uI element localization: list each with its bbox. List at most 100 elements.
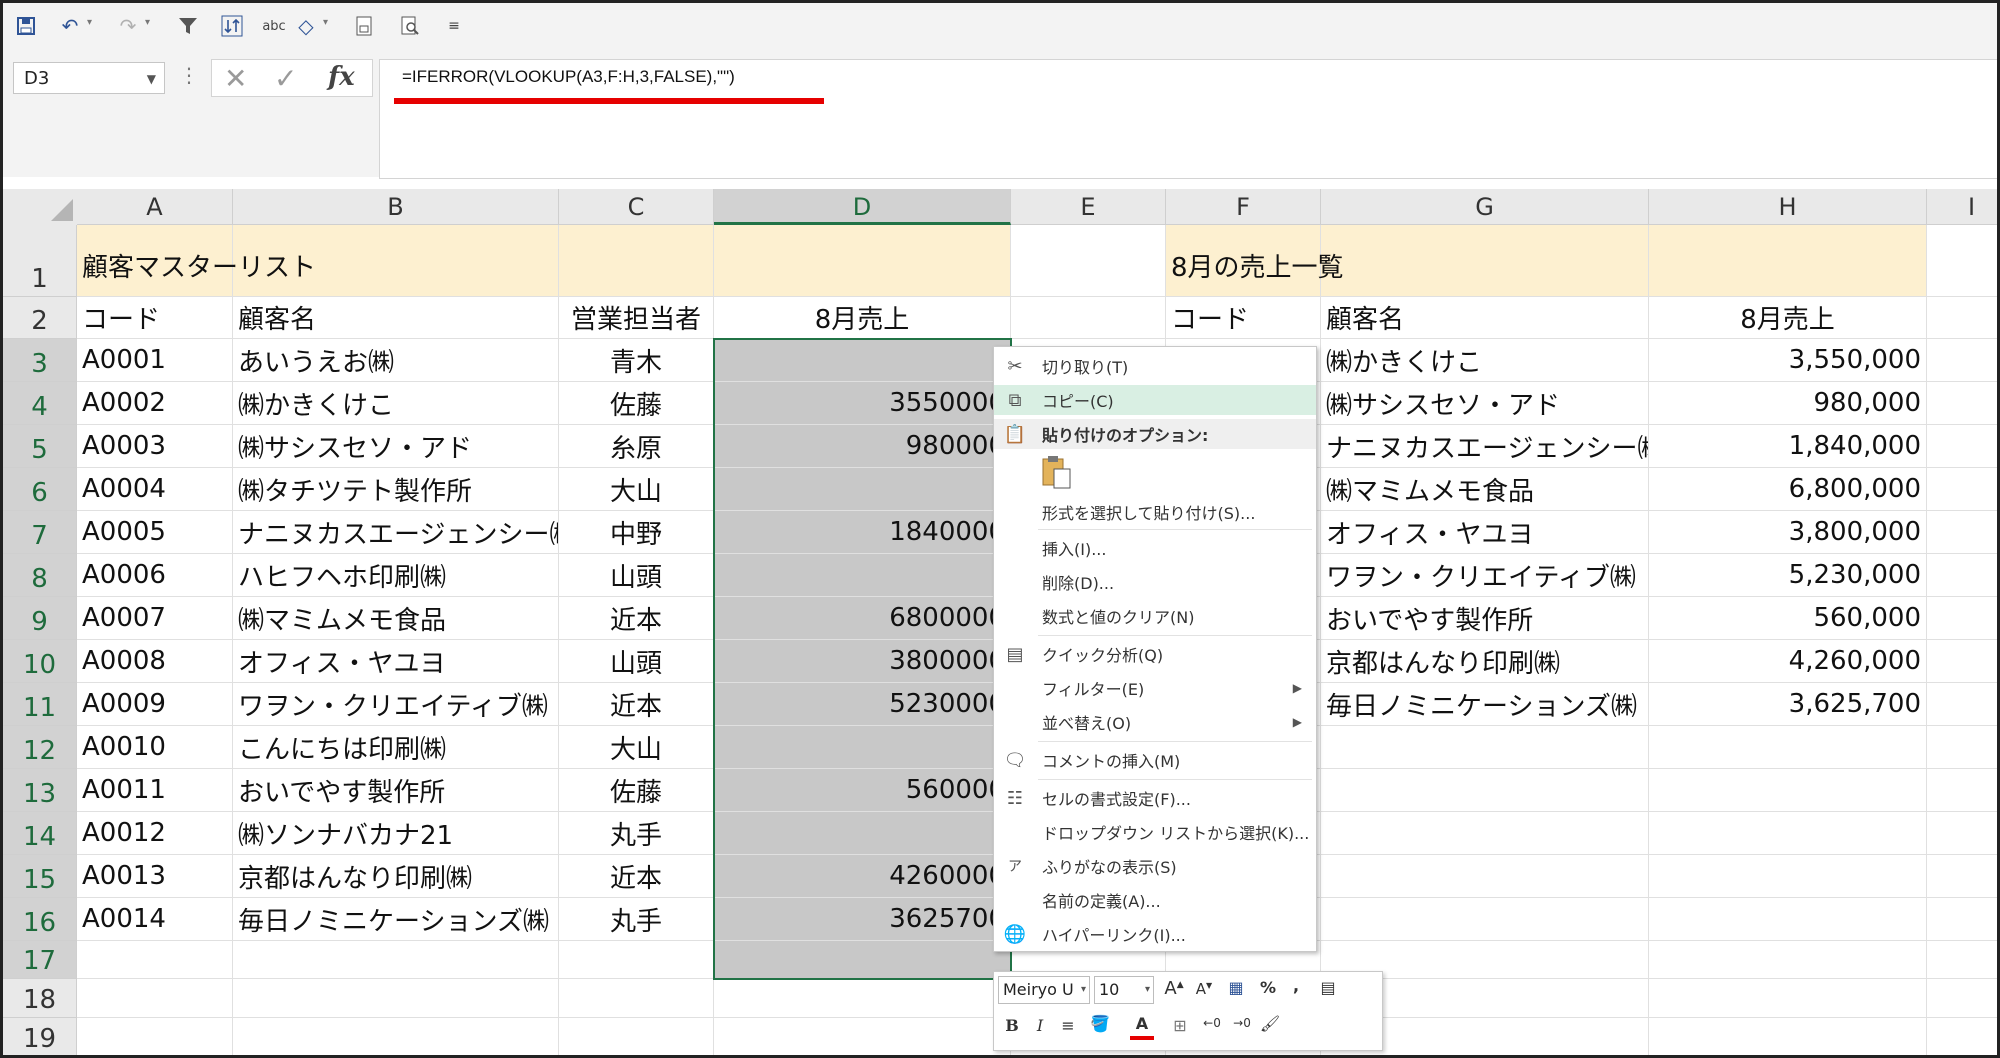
font-name-select[interactable]: Meiryo U ▾: [998, 976, 1090, 1004]
cell-i2[interactable]: [1927, 297, 1997, 339]
cell-g12[interactable]: [1321, 726, 1649, 769]
left-table-title[interactable]: 顧客マスターリスト: [77, 225, 714, 297]
cell-i3[interactable]: [1927, 339, 1997, 382]
menu-item-insert[interactable]: 挿入(I)...: [994, 533, 1316, 563]
menu-item-filter[interactable]: フィルター(E) ▶: [994, 673, 1316, 703]
customer-code[interactable]: A0012: [77, 812, 233, 855]
customer-code[interactable]: A0008: [77, 640, 233, 683]
sales-rep[interactable]: 大山: [559, 468, 714, 511]
fill-color-icon[interactable]: 🪣: [1088, 1014, 1112, 1033]
sales-rep[interactable]: 山頭: [559, 554, 714, 597]
august-sales-value[interactable]: 5230000: [714, 683, 1011, 726]
customer-name[interactable]: ㈱タチツテト製作所: [233, 468, 559, 511]
customer-code[interactable]: A0011: [77, 769, 233, 812]
right-header-code[interactable]: コード: [1166, 297, 1321, 339]
shrink-font-icon[interactable]: A▼: [1192, 980, 1216, 998]
customer-code[interactable]: A0013: [77, 855, 233, 898]
font-size-select[interactable]: 10 ▾: [1094, 976, 1154, 1004]
save-icon[interactable]: [11, 11, 41, 41]
right-customer-name[interactable]: ㈱かきくけこ: [1321, 339, 1649, 382]
print-preview-icon[interactable]: [349, 11, 379, 41]
column-header-c[interactable]: C: [559, 189, 714, 225]
row-header-12[interactable]: 12: [3, 726, 77, 769]
cell-i18[interactable]: [1927, 979, 1997, 1018]
percent-style-button[interactable]: %: [1256, 978, 1280, 997]
cell-e1[interactable]: [1011, 225, 1166, 297]
row-header-18[interactable]: 18: [3, 979, 77, 1018]
right-august-sales[interactable]: 1,840,000: [1649, 425, 1927, 468]
customer-name[interactable]: ナニヌカスエージェンシー㈱: [233, 511, 559, 554]
italic-button[interactable]: I: [1028, 1016, 1052, 1035]
column-header-f[interactable]: F: [1166, 189, 1321, 225]
cell-d17[interactable]: [714, 941, 1011, 979]
customer-name[interactable]: オフィス・ヤユヨ: [233, 640, 559, 683]
menu-item-quick-analysis[interactable]: ▤ クイック分析(Q): [994, 639, 1316, 669]
bold-button[interactable]: B: [1000, 1016, 1024, 1035]
august-sales-value[interactable]: 560000: [714, 769, 1011, 812]
spellcheck-icon[interactable]: abc: [259, 11, 289, 41]
cell-d1[interactable]: [714, 225, 1011, 297]
column-header-d[interactable]: D: [714, 189, 1011, 225]
comma-style-button[interactable]: ,: [1284, 976, 1308, 995]
row-header-5[interactable]: 5: [3, 425, 77, 468]
preview-icon[interactable]: [395, 11, 425, 41]
right-august-sales[interactable]: 980,000: [1649, 382, 1927, 425]
customer-name[interactable]: ㈱かきくけこ: [233, 382, 559, 425]
cell-i4[interactable]: [1927, 382, 1997, 425]
sales-rep[interactable]: 丸手: [559, 812, 714, 855]
increase-decimal-icon[interactable]: ←0: [1200, 1016, 1224, 1030]
header-august-sales[interactable]: 8月売上: [714, 297, 1011, 339]
sales-rep[interactable]: 山頭: [559, 640, 714, 683]
row-header-14[interactable]: 14: [3, 812, 77, 855]
august-sales-value[interactable]: 1840000: [714, 511, 1011, 554]
customer-code[interactable]: A0004: [77, 468, 233, 511]
august-sales-value[interactable]: [714, 339, 1011, 382]
customer-name[interactable]: おいでやす製作所: [233, 769, 559, 812]
cell-a18[interactable]: [77, 979, 233, 1018]
cell-e2[interactable]: [1011, 297, 1166, 339]
borders-icon[interactable]: ⊞: [1168, 1016, 1192, 1035]
undo-icon[interactable]: ↶: [55, 11, 85, 41]
sales-rep[interactable]: 青木: [559, 339, 714, 382]
shapes-icon[interactable]: ◇: [291, 11, 321, 41]
sales-rep[interactable]: 中野: [559, 511, 714, 554]
cell-i14[interactable]: [1927, 812, 1997, 855]
august-sales-value[interactable]: 3550000: [714, 382, 1011, 425]
cell-h18[interactable]: [1649, 979, 1927, 1018]
cancel-icon[interactable]: ✕: [224, 62, 247, 95]
row-header-1[interactable]: 1: [3, 225, 77, 297]
merge-center-icon[interactable]: ▤: [1316, 978, 1340, 997]
customer-code[interactable]: A0003: [77, 425, 233, 468]
cell-a17[interactable]: [77, 941, 233, 979]
right-header-august-sales[interactable]: 8月売上: [1649, 297, 1927, 339]
cell-h13[interactable]: [1649, 769, 1927, 812]
row-header-8[interactable]: 8: [3, 554, 77, 597]
customer-code[interactable]: A0010: [77, 726, 233, 769]
cell-i10[interactable]: [1927, 640, 1997, 683]
align-center-icon[interactable]: ≡: [1056, 1016, 1080, 1035]
cell-i9[interactable]: [1927, 597, 1997, 640]
cell-i11[interactable]: [1927, 683, 1997, 726]
row-header-4[interactable]: 4: [3, 382, 77, 425]
column-header-a[interactable]: A: [77, 189, 233, 225]
right-table-title[interactable]: 8月の売上一覧: [1166, 225, 1649, 297]
row-header-10[interactable]: 10: [3, 640, 77, 683]
cell-i19[interactable]: [1927, 1018, 1997, 1055]
sales-rep[interactable]: 佐藤: [559, 382, 714, 425]
right-august-sales[interactable]: 5,230,000: [1649, 554, 1927, 597]
cell-d18[interactable]: [714, 979, 1011, 1018]
row-header-11[interactable]: 11: [3, 683, 77, 726]
cell-g14[interactable]: [1321, 812, 1649, 855]
cell-b19[interactable]: [233, 1018, 559, 1055]
right-customer-name[interactable]: おいでやす製作所: [1321, 597, 1649, 640]
column-header-b[interactable]: B: [233, 189, 559, 225]
row-header-2[interactable]: 2: [3, 297, 77, 339]
column-header-g[interactable]: G: [1321, 189, 1649, 225]
cell-i1[interactable]: [1927, 225, 1997, 297]
customize-icon[interactable]: ≡: [439, 11, 469, 41]
menu-item-paste-special[interactable]: 形式を選択して貼り付け(S)...: [994, 497, 1316, 527]
right-header-customer-name[interactable]: 顧客名: [1321, 297, 1649, 339]
cell-i5[interactable]: [1927, 425, 1997, 468]
menu-item-cut[interactable]: ✂ 切り取り(T): [994, 351, 1316, 381]
customer-name[interactable]: ㈱ソンナバカナ21: [233, 812, 559, 855]
